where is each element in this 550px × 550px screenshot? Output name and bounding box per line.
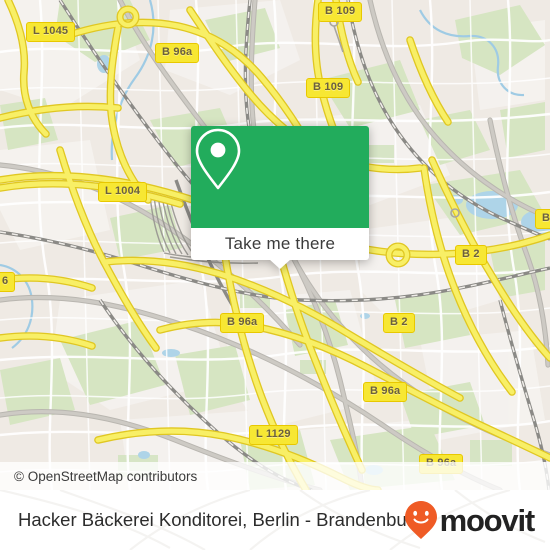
road-shield: L 1045 bbox=[26, 22, 76, 42]
map-pin-icon bbox=[195, 128, 241, 190]
road-shield: B 96a bbox=[220, 313, 265, 333]
map-screenshot: L 1045 B 96a B 109 B 109 L 1004 B 2 B B 96a B 2 B… bbox=[0, 0, 550, 550]
place-title: Hacker Bäckerei Konditorei, Berlin - Bra… bbox=[18, 509, 424, 530]
popup-icon-area bbox=[191, 126, 369, 228]
road-shield: B 109 bbox=[306, 78, 351, 98]
road-shield: B 2 bbox=[383, 313, 415, 333]
footer-bar: Hacker Bäckerei Konditorei, Berlin - Bra… bbox=[0, 490, 550, 550]
road-shield: B 96a bbox=[155, 43, 200, 63]
osm-attribution-text: © OpenStreetMap contributors bbox=[14, 468, 198, 484]
road-shield: B bbox=[535, 209, 550, 229]
road-shield: 6 bbox=[0, 272, 16, 292]
moovit-brand[interactable]: moovit bbox=[404, 500, 536, 540]
map-attribution-bar: © OpenStreetMap contributors bbox=[0, 462, 550, 490]
moovit-wordmark: moovit bbox=[439, 502, 536, 538]
popup-pointer-tail bbox=[269, 259, 291, 269]
road-shield: L 1129 bbox=[249, 425, 298, 445]
moovit-smiley-pin-icon bbox=[404, 501, 437, 539]
take-me-there-label: Take me there bbox=[224, 234, 336, 253]
road-shield: L 1004 bbox=[98, 182, 148, 202]
road-shield: B 109 bbox=[318, 2, 363, 22]
popup-action-area[interactable]: Take me there bbox=[191, 228, 369, 269]
road-shield: B 2 bbox=[455, 245, 487, 265]
map-canvas[interactable]: L 1045 B 96a B 109 B 109 L 1004 B 2 B B 96a B 2 B… bbox=[0, 0, 550, 490]
road-shield: B 96a bbox=[363, 382, 408, 402]
location-popup-card[interactable]: Take me there bbox=[191, 126, 369, 269]
